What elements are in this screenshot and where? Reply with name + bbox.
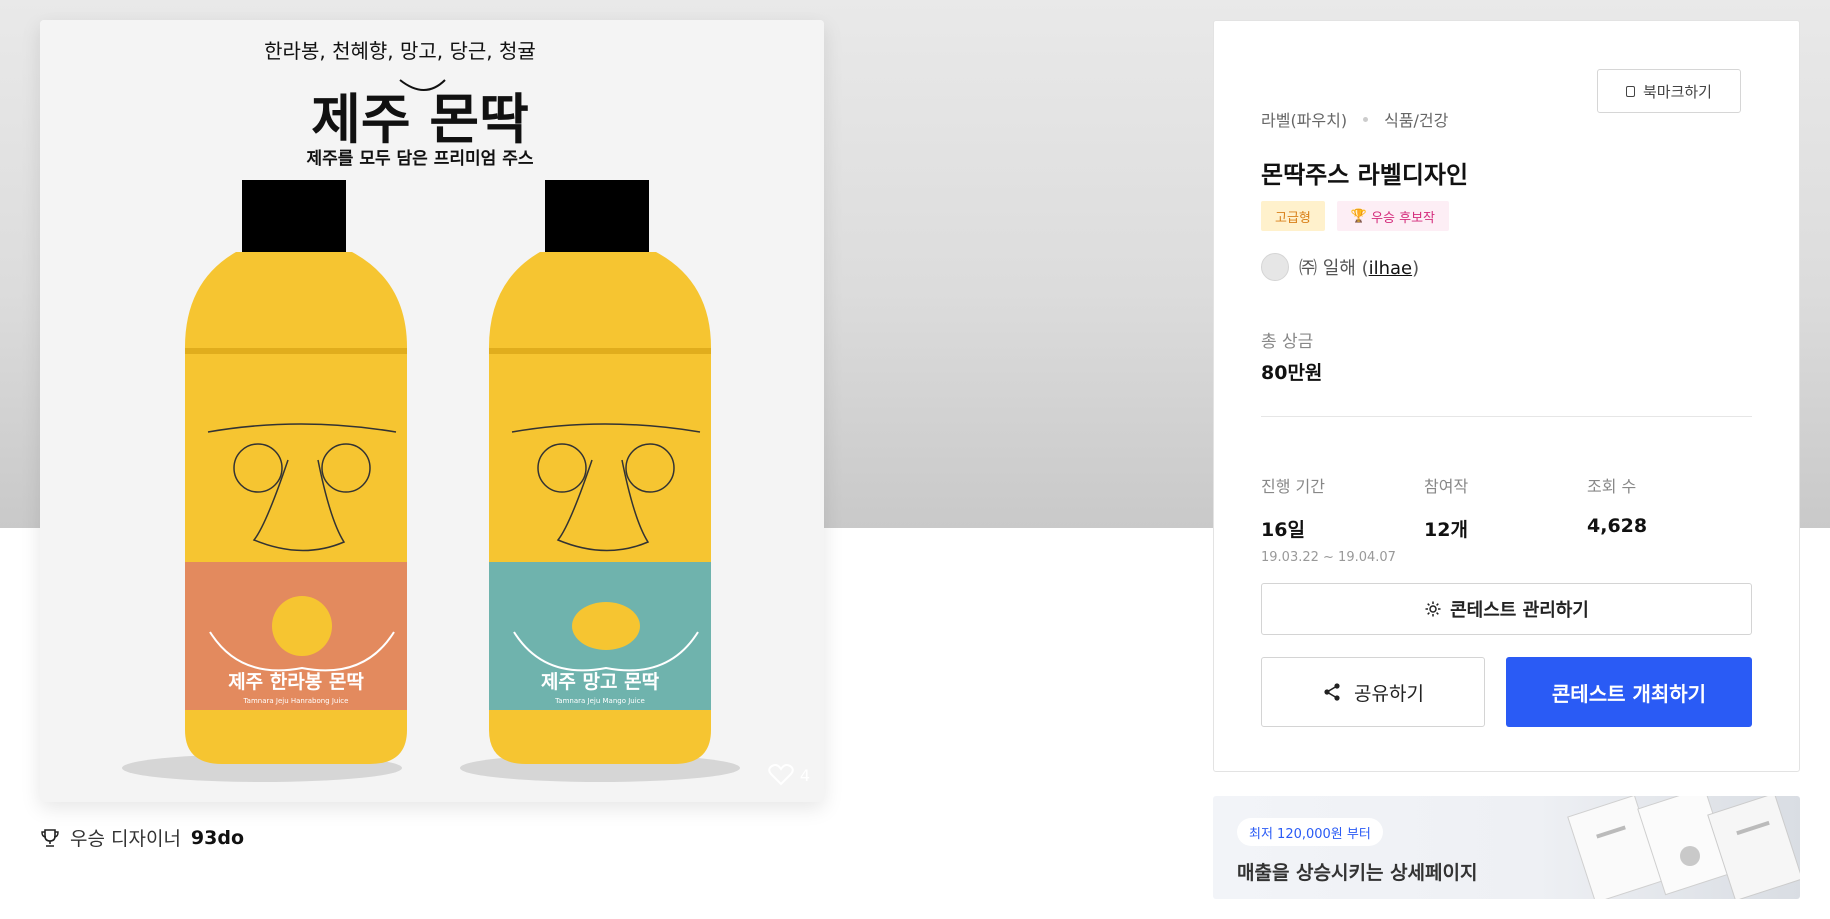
share-icon — [1324, 683, 1340, 701]
grade-badge: 고급형 — [1261, 201, 1325, 231]
ad-banner[interactable]: 최저 120,000원 부터 매출을 상승시키는 상세페이지 — [1213, 796, 1800, 899]
handwritten-note: 한라봉, 천혜향, 망고, 당근, 청귤 — [264, 39, 536, 63]
avatar — [1261, 253, 1289, 281]
product-subtitle: 제주를 모두 담은 프리미엄 주스 — [307, 149, 534, 169]
juice-bottles-illustration: 한라봉, 천혜향, 망고, 당근, 청귤 제주 몬딱 제주를 모두 담은 프리미… — [40, 20, 824, 802]
bookmark-button[interactable]: 북마크하기 — [1597, 69, 1741, 113]
winner-candidate-label: 우승 후보작 — [1371, 210, 1436, 226]
stat-period: 진행 기간 16일 19.03.22 ~ 19.04.07 — [1261, 473, 1396, 565]
breadcrumb-subcategory[interactable]: 식품/건강 — [1384, 107, 1448, 131]
winner-name[interactable]: 93do — [191, 827, 244, 849]
breadcrumb: 라벨(파우치) 식품/건강 — [1261, 107, 1448, 131]
divider — [1261, 416, 1752, 417]
product-title: 제주 몬딱 — [311, 88, 529, 151]
winner-prefix: 우승 디자이너 — [70, 828, 181, 850]
bookmark-icon — [1625, 85, 1635, 97]
right-bottle-label: 제주 망고 몬딱 — [541, 671, 660, 693]
manage-contest-button[interactable]: 콘테스트 관리하기 — [1261, 583, 1752, 635]
right-bottle-sublabel: Tamnara Jeju Mango Juice — [554, 697, 645, 705]
bookmark-label: 북마크하기 — [1642, 82, 1712, 101]
entries-value: 12개 — [1424, 519, 1468, 541]
share-label: 공유하기 — [1354, 682, 1424, 705]
stat-views: 조회 수 4,628 — [1587, 473, 1647, 537]
ad-headline: 매출을 상승시키는 상세페이지 — [1237, 862, 1478, 884]
total-prize-label: 총 상금 — [1261, 332, 1314, 352]
host-company: ㈜ 일해 (ilhae) — [1261, 253, 1419, 281]
breadcrumb-category[interactable]: 라벨(파우치) — [1261, 107, 1347, 131]
winner-designer: 우승 디자이너 93do — [40, 824, 244, 851]
period-range: 19.03.22 ~ 19.04.07 — [1261, 550, 1396, 565]
heart-icon — [768, 764, 794, 786]
period-label: 진행 기간 — [1261, 477, 1325, 496]
like-button[interactable]: 4 — [768, 764, 810, 786]
left-bottle-label: 제주 한라봉 몬딱 — [228, 671, 364, 693]
total-prize-value: 80만원 — [1261, 362, 1323, 384]
entry-image[interactable]: 한라봉, 천혜향, 망고, 당근, 청귤 제주 몬딱 제주를 모두 담은 프리미… — [40, 20, 824, 802]
trophy-icon — [41, 828, 59, 847]
badge-row: 고급형 🏆 우승 후보작 — [1261, 201, 1450, 231]
winner-candidate-badge: 🏆 우승 후보작 — [1336, 201, 1450, 231]
stat-entries: 참여작 12개 — [1424, 473, 1468, 542]
host-contest-button[interactable]: 콘테스트 개최하기 — [1506, 657, 1752, 727]
company-close-paren: ) — [1412, 258, 1420, 279]
views-label: 조회 수 — [1587, 477, 1637, 496]
company-name: ㈜ 일해 ( — [1299, 258, 1369, 279]
company-handle-link[interactable]: ilhae — [1369, 258, 1413, 279]
views-value: 4,628 — [1587, 515, 1648, 537]
like-count: 4 — [799, 765, 810, 785]
contest-title: 몬딱주스 라벨디자인 — [1261, 161, 1469, 189]
manage-contest-label: 콘테스트 관리하기 — [1450, 600, 1589, 621]
share-button[interactable]: 공유하기 — [1261, 657, 1485, 727]
trophy-icon: 🏆 — [1350, 208, 1368, 224]
entries-label: 참여작 — [1424, 477, 1469, 496]
breadcrumb-separator — [1363, 116, 1369, 122]
left-bottle-sublabel: Tamnara Jeju Hanrabong Juice — [243, 697, 349, 705]
ad-price-pill: 최저 120,000원 부터 — [1237, 818, 1383, 846]
ad-illustration — [1567, 796, 1800, 899]
gear-icon — [1425, 601, 1441, 617]
contest-info-panel: 북마크하기 라벨(파우치) 식품/건강 몬딱주스 라벨디자인 고급형 🏆 우승 … — [1213, 20, 1800, 772]
period-value: 16일 — [1261, 519, 1305, 541]
